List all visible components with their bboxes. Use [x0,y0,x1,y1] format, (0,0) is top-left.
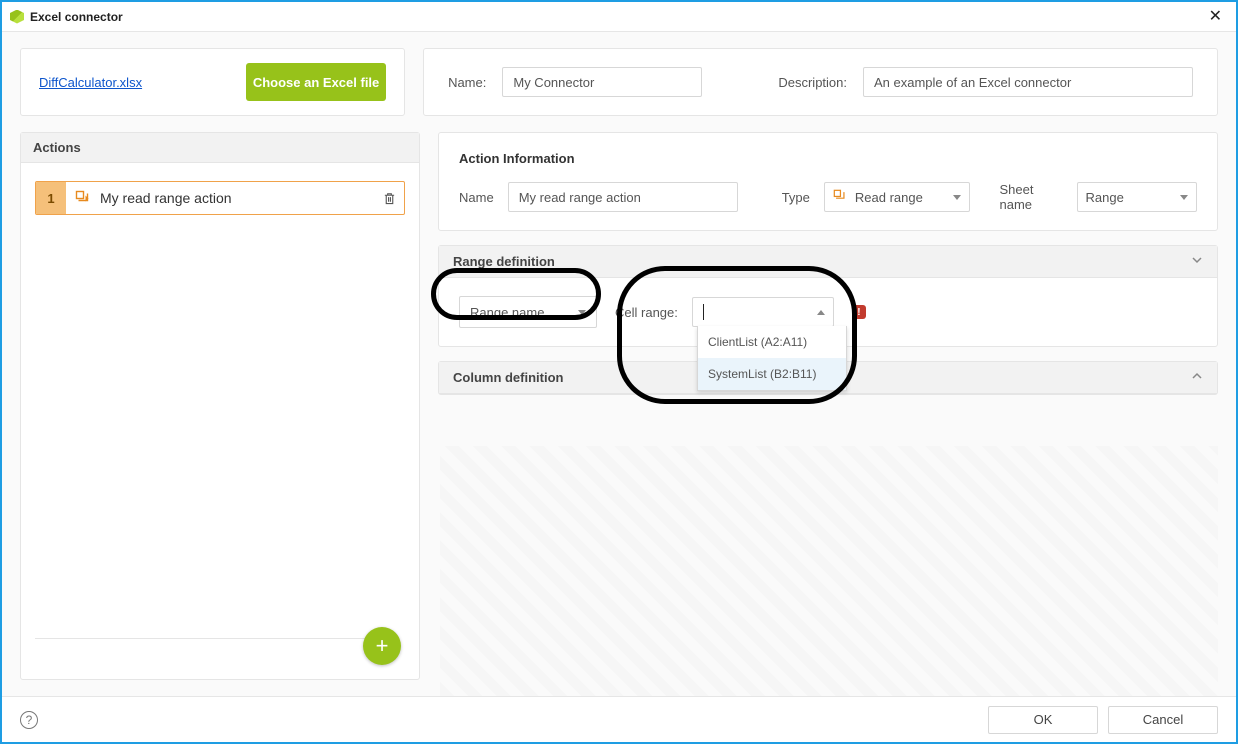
actions-panel-body: 1 My read range action [21,163,419,679]
action-type-value: Read range [855,190,923,205]
columns: Actions 1 My read range action [20,132,1218,680]
connector-name-input[interactable] [502,67,702,97]
help-button[interactable]: ? [20,711,38,729]
cancel-button[interactable]: Cancel [1108,706,1218,734]
action-type-select[interactable]: Read range [824,182,970,212]
action-index: 1 [36,182,66,214]
excel-file-link[interactable]: DiffCalculator.xlsx [39,75,142,90]
action-item[interactable]: 1 My read range action [35,181,405,215]
read-range-icon [833,189,847,206]
sheet-name-label: Sheet name [1000,182,1063,212]
chevron-up-icon [817,310,825,315]
range-definition-card: Range definition Range name Cell range: [438,245,1218,347]
file-card: DiffCalculator.xlsx Choose an Excel file [20,48,405,116]
ok-button[interactable]: OK [988,706,1098,734]
app-logo-icon [10,10,24,24]
actions-column: Actions 1 My read range action [20,132,420,680]
chevron-down-icon [953,195,961,200]
bottombar: ? OK Cancel [2,696,1236,742]
top-row: DiffCalculator.xlsx Choose an Excel file… [20,48,1218,116]
workspace: DiffCalculator.xlsx Choose an Excel file… [2,32,1236,696]
actions-panel: Actions 1 My read range action [20,132,420,680]
connector-desc-input[interactable] [863,67,1193,97]
range-definition-body: Range name Cell range: ! ClientList (A2:… [439,278,1217,346]
actions-divider [35,638,381,639]
range-definition-title: Range definition [453,254,555,269]
close-window-button[interactable]: ✕ [1205,7,1226,27]
actions-panel-title: Actions [21,133,419,163]
cell-range-combobox[interactable] [692,297,834,327]
chevron-down-icon [1180,195,1188,200]
validation-error-icon: ! [852,305,866,319]
text-cursor [703,304,704,320]
titlebar: Excel connector ✕ [2,2,1236,32]
action-info-title: Action Information [459,151,1197,166]
add-action-button[interactable]: + [363,627,401,665]
action-label: My read range action [96,190,374,206]
action-type-label: Type [782,190,810,205]
chevron-down-icon [1191,254,1203,269]
connector-name-label: Name: [448,75,486,90]
cell-range-dropdown: ClientList (A2:A11) SystemList (B2:B11) [697,326,847,391]
chevron-down-icon [578,310,586,315]
chevron-up-icon [1191,370,1203,385]
cell-range-label: Cell range: [615,305,678,320]
sheet-name-value: Range [1086,190,1124,205]
choose-file-button[interactable]: Choose an Excel file [246,63,386,101]
dropdown-item[interactable]: SystemList (B2:B11) [698,358,846,390]
range-mode-value: Range name [470,305,544,320]
action-name-label: Name [459,190,494,205]
sheet-name-select[interactable]: Range [1077,182,1197,212]
range-mode-select[interactable]: Range name [459,296,597,328]
delete-action-button[interactable] [374,182,404,214]
connector-meta-card: Name: Description: [423,48,1218,116]
connector-desc-label: Description: [778,75,847,90]
window-title: Excel connector [30,10,123,24]
range-definition-header[interactable]: Range definition [439,246,1217,278]
action-info-card: Action Information Name Type Read range [438,132,1218,231]
read-range-icon [70,190,96,206]
column-definition-title: Column definition [453,370,563,385]
action-info-row: Name Type Read range [459,182,1197,212]
details-column: Action Information Name Type Read range [438,132,1218,680]
dropdown-item[interactable]: ClientList (A2:A11) [698,326,846,358]
action-name-input[interactable] [508,182,738,212]
